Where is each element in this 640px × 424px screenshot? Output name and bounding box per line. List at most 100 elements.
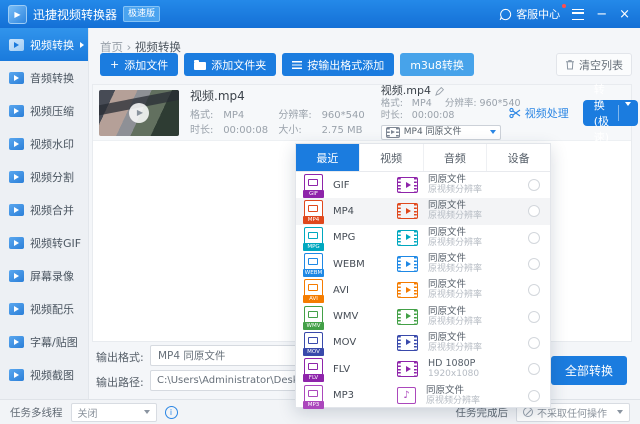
format-radio[interactable] (528, 363, 540, 375)
format-name: AVI (333, 285, 397, 296)
sidebar: 视频转换 音频转换 视频压缩 视频水印 视频分割 视频合并 (0, 28, 89, 400)
audio-convert-icon (9, 72, 24, 84)
video-snapshot-icon (9, 369, 24, 381)
sidebar-item-label: 视频合并 (30, 202, 74, 218)
play-icon[interactable]: ▶ (129, 103, 149, 123)
tab-recent[interactable]: 最近 (296, 144, 360, 171)
sidebar-item-label: 视频压缩 (30, 103, 74, 119)
format-option-flv[interactable]: FLV FLV HD 1080P 1920x1080 (296, 356, 550, 382)
multithread-select[interactable]: 关闭 (71, 403, 157, 422)
chevron-down-icon[interactable] (625, 102, 631, 119)
film-strip-icon (397, 309, 418, 325)
duration-label: 时长: (190, 123, 220, 138)
format-radio[interactable] (528, 390, 540, 402)
duration-value: 00:00:08 (412, 110, 455, 121)
file-type-icon: GIF (304, 174, 323, 196)
video-thumbnail[interactable]: ▶ (99, 90, 179, 136)
output-format-select[interactable]: MP4 同原文件 (381, 125, 501, 140)
output-path-label: 输出路径: (96, 374, 144, 390)
convert-fast-button[interactable]: 转换(极速) (583, 100, 638, 126)
format-value: MP4 (412, 98, 442, 111)
file-type-icon: WEBM (304, 253, 323, 275)
convert-all-button[interactable]: 全部转换 (551, 356, 627, 385)
sidebar-item-label: 视频截图 (30, 367, 74, 383)
menu-button[interactable] (572, 9, 584, 20)
format-option-mp4[interactable]: MP4 MP4 同原文件 原视频分辨率 (296, 198, 550, 224)
clear-list-button[interactable]: 清空列表 (556, 53, 632, 76)
breadcrumb-home[interactable]: 首页 (100, 40, 123, 54)
pencil-icon[interactable] (435, 87, 444, 96)
format-radio[interactable] (528, 232, 540, 244)
sidebar-item-subtitle-sticker[interactable]: 字幕/贴图 (0, 325, 88, 358)
file-row[interactable]: ▶ 视频.mp4 格式: MP4 分辨率: 960*540 时长: 00:00:… (93, 85, 631, 141)
format-radio[interactable] (528, 284, 540, 296)
video-process-button[interactable]: 视频处理 (509, 105, 569, 121)
tab-video[interactable]: 视频 (360, 144, 424, 171)
format-radio[interactable] (528, 337, 540, 349)
format-option-mpg[interactable]: MPG MPG 同原文件 原视频分辨率 (296, 225, 550, 251)
film-strip-icon (386, 127, 400, 138)
format-option-mov[interactable]: MOV MOV 同原文件 原视频分辨率 (296, 330, 550, 356)
format-option-gif[interactable]: GIF GIF 同原文件 原视频分辨率 (296, 172, 550, 198)
sidebar-item-label: 视频水印 (30, 136, 74, 152)
film-strip-icon (397, 177, 418, 193)
file-name: 视频.mp4 (190, 87, 365, 104)
sidebar-item-video-split[interactable]: 视频分割 (0, 160, 88, 193)
output-format-dropdown[interactable]: MP4 同原文件 (150, 345, 312, 366)
format-option-avi[interactable]: AVI AVI 同原文件 原视频分辨率 (296, 277, 550, 303)
format-dropdown-panel: 最近视频音频设备 GIF GIF 同原文件 原视频分辨率 MP4 MP4 同原文… (295, 143, 551, 408)
sidebar-item-screen-record[interactable]: 屏幕录像 (0, 259, 88, 292)
output-format-label: 输出格式: (96, 349, 144, 365)
format-radio[interactable] (528, 258, 540, 270)
sidebar-item-video-watermark[interactable]: 视频水印 (0, 127, 88, 160)
format-radio[interactable] (528, 205, 540, 217)
sidebar-item-video-compress[interactable]: 视频压缩 (0, 94, 88, 127)
format-label: 格式: (190, 108, 220, 123)
sidebar-item-label: 视频配乐 (30, 301, 74, 317)
format-radio[interactable] (528, 179, 540, 191)
duration-value: 00:00:08 (223, 123, 275, 138)
sidebar-item-video-snapshot[interactable]: 视频截图 (0, 358, 88, 391)
sidebar-item-audio-convert[interactable]: 音频转换 (0, 61, 88, 94)
video-process-label: 视频处理 (525, 105, 569, 121)
format-option-wmv[interactable]: WMV WMV 同原文件 原视频分辨率 (296, 303, 550, 329)
format-name: MPG (333, 232, 397, 243)
arrow-right-icon (80, 42, 84, 48)
tab-audio[interactable]: 音频 (424, 144, 488, 171)
format-detail: 同原文件 原视频分辨率 (426, 385, 480, 407)
close-button[interactable]: × (619, 8, 630, 21)
add-by-format-button[interactable]: 按输出格式添加 (282, 53, 394, 76)
file-info-source: 视频.mp4 格式: MP4 分辨率: 960*540 时长: 00:00:08… (190, 87, 365, 138)
resolution-value: 960*540 (322, 108, 365, 123)
add-by-format-label: 按输出格式添加 (307, 57, 384, 73)
tab-device[interactable]: 设备 (487, 144, 550, 171)
notification-dot (562, 4, 566, 8)
add-folder-label: 添加文件夹 (211, 57, 266, 73)
format-option-mp3[interactable]: MP3 MP3 ♪ 同原文件 原视频分辨率 (296, 382, 550, 408)
add-folder-button[interactable]: 添加文件夹 (184, 53, 276, 76)
sidebar-item-label: 音频转换 (30, 70, 74, 86)
video-convert-icon (9, 39, 24, 51)
sidebar-item-video-to-gif[interactable]: 视频转GIF (0, 226, 88, 259)
m3u8-convert-button[interactable]: m3u8转换 (400, 53, 474, 76)
format-panel-tabs: 最近视频音频设备 (296, 144, 550, 172)
format-option-webm[interactable]: WEBM WEBM 同原文件 原视频分辨率 (296, 251, 550, 277)
format-radio[interactable] (528, 311, 540, 323)
resolution-label: 分辨率: (445, 98, 477, 109)
service-center-button[interactable]: 客服中心 (499, 6, 560, 22)
sidebar-item-video-bgm[interactable]: 视频配乐 (0, 292, 88, 325)
add-file-button[interactable]: + 添加文件 (100, 53, 178, 76)
file-info-output: 视频.mp4 格式: MP4 分辨率: 960*540 时长: 00:00:08 (381, 85, 509, 140)
format-rows: GIF GIF 同原文件 原视频分辨率 MP4 MP4 同原文件 原视频分辨率 (296, 172, 550, 409)
format-name: GIF (333, 180, 397, 191)
sidebar-item-video-merge[interactable]: 视频合并 (0, 193, 88, 226)
minimize-button[interactable]: − (596, 8, 607, 21)
format-detail: 同原文件 原视频分辨率 (428, 200, 482, 222)
video-merge-icon (9, 204, 24, 216)
sidebar-item-video-convert[interactable]: 视频转换 (0, 28, 88, 61)
format-detail: HD 1080P 1920x1080 (428, 358, 479, 380)
format-name: MOV (333, 337, 397, 348)
format-name: WEBM (333, 259, 397, 270)
music-note-icon: ♪ (397, 387, 416, 404)
sidebar-item-label: 视频转GIF (30, 235, 81, 251)
